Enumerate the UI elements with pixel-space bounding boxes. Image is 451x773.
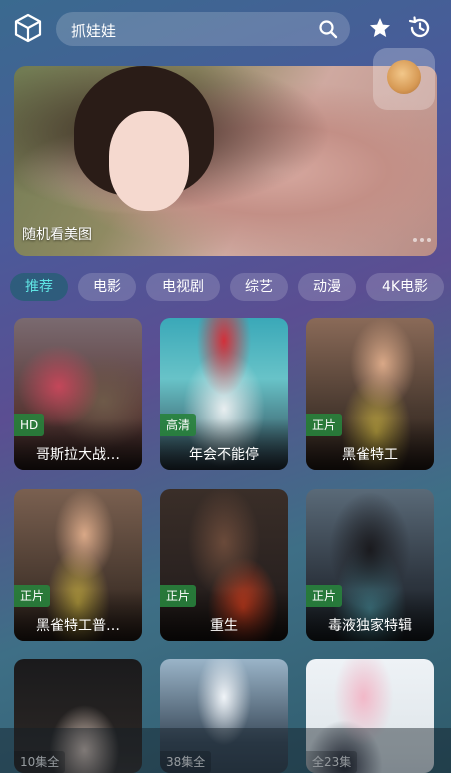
quality-badge: 正片: [14, 585, 51, 607]
quality-badge: HD: [14, 414, 45, 436]
floating-avatar: [387, 60, 421, 94]
search-icon[interactable]: [318, 19, 338, 39]
quality-badge: 高清: [160, 414, 197, 436]
video-card[interactable]: 正片 黑雀特工普…: [14, 489, 142, 641]
card-title: 重生: [210, 618, 238, 634]
tab-4k-movies[interactable]: 4K电影: [366, 273, 444, 301]
quality-badge: 正片: [160, 585, 197, 607]
carousel-dots: [410, 227, 431, 246]
banner-caption: 随机看美图: [22, 227, 92, 243]
quality-badge: 正片: [306, 585, 343, 607]
search-input[interactable]: 抓娃娃: [71, 20, 116, 41]
video-card[interactable]: HD 哥斯拉大战…: [14, 318, 142, 470]
bottom-overlay: [0, 728, 451, 773]
floating-action-button[interactable]: [373, 48, 435, 110]
video-card[interactable]: 正片 黑雀特工: [306, 318, 434, 470]
banner-image-face: [109, 111, 189, 211]
card-title: 毒液独家特辑: [328, 618, 412, 634]
search-bar[interactable]: 抓娃娃: [56, 12, 350, 46]
card-title: 哥斯拉大战…: [36, 447, 120, 463]
card-title: 黑雀特工普…: [36, 618, 120, 634]
category-tabs: 推荐 电影 电视剧 综艺 动漫 4K电影: [10, 273, 446, 303]
card-title: 年会不能停: [189, 447, 259, 463]
video-card[interactable]: 正片 毒液独家特辑: [306, 489, 434, 641]
tab-recommend[interactable]: 推荐: [10, 273, 68, 301]
star-icon[interactable]: [368, 16, 392, 40]
tab-anime[interactable]: 动漫: [298, 273, 356, 301]
video-card[interactable]: 正片 重生: [160, 489, 288, 641]
tab-movies[interactable]: 电影: [78, 273, 136, 301]
quality-badge: 正片: [306, 414, 343, 436]
card-title: 黑雀特工: [342, 447, 398, 463]
tab-variety[interactable]: 综艺: [230, 273, 288, 301]
tab-tv-series[interactable]: 电视剧: [146, 273, 220, 301]
video-card[interactable]: 高清 年会不能停: [160, 318, 288, 470]
cube-icon[interactable]: [12, 12, 44, 44]
history-icon[interactable]: [407, 15, 433, 41]
